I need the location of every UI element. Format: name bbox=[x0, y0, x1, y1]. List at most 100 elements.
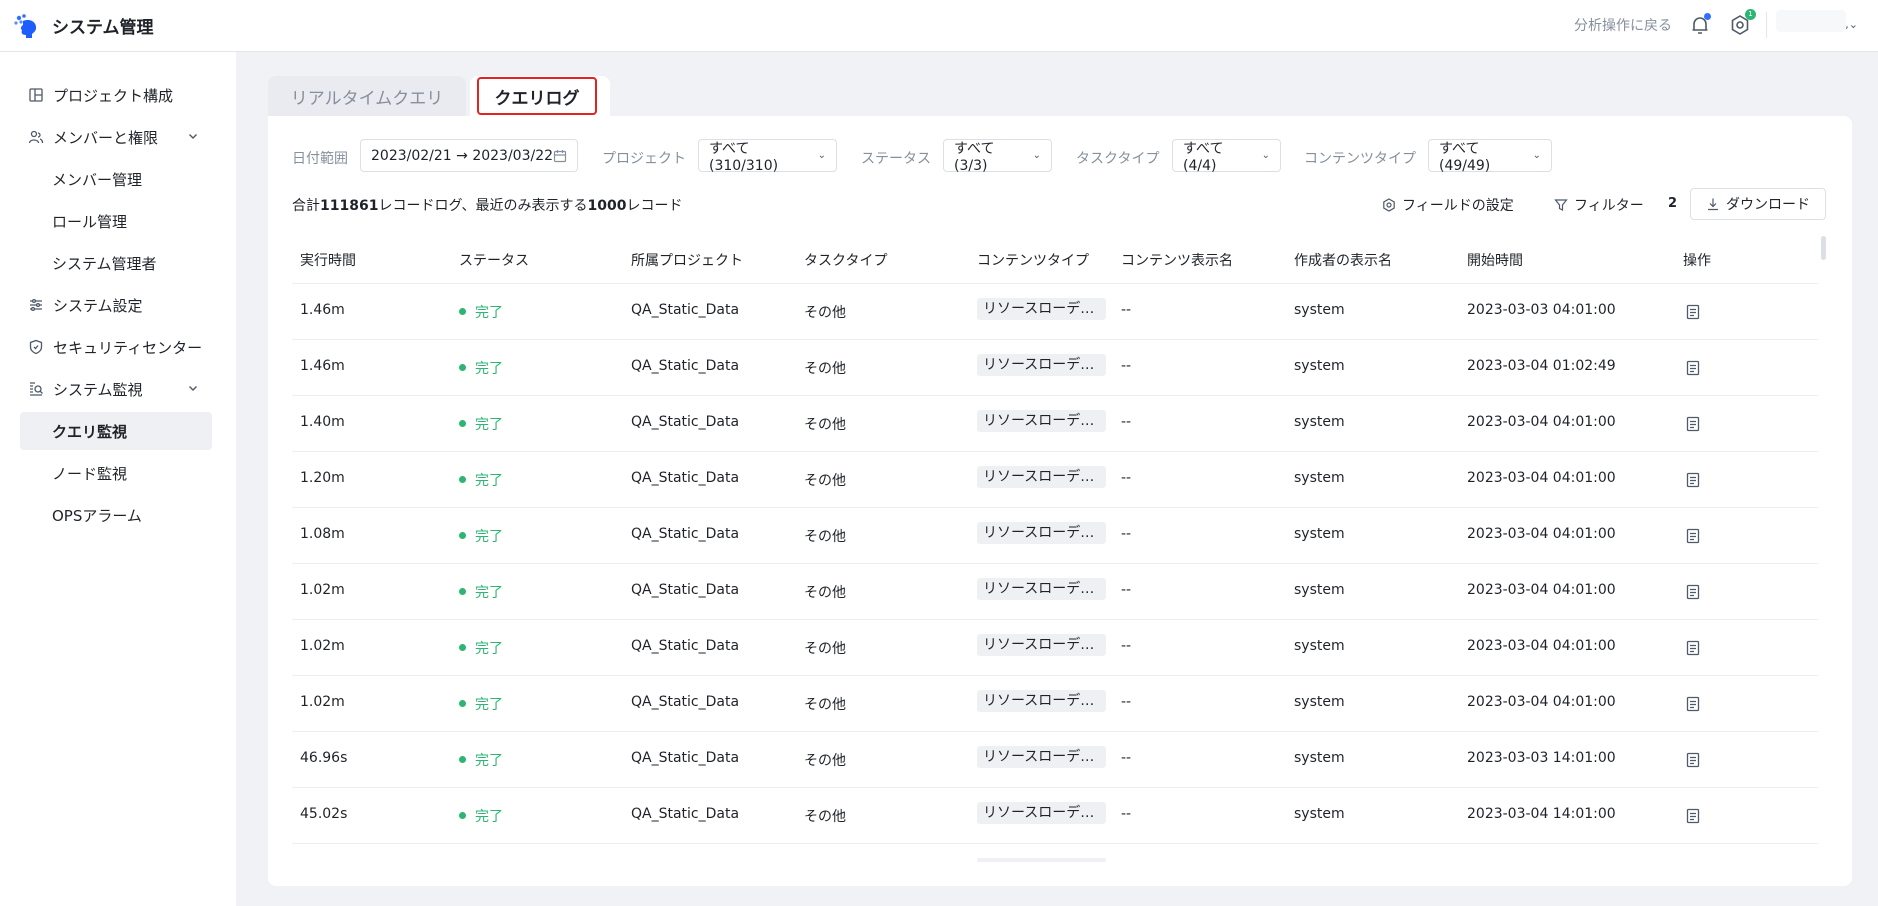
cell-task-type: その他 bbox=[804, 529, 846, 545]
settings-button[interactable]: 1 bbox=[1728, 9, 1756, 37]
back-to-analysis-link[interactable]: 分析操作に戻る bbox=[1574, 15, 1672, 35]
summary-prefix: 合計 bbox=[292, 198, 320, 214]
document-detail-icon[interactable] bbox=[1686, 304, 1700, 320]
date-range-value: 2023/02/21 → 2023/03/22 bbox=[371, 147, 554, 164]
status-text: 完了 bbox=[475, 809, 503, 825]
cell-content-name: -- bbox=[1121, 358, 1132, 374]
date-range-picker[interactable]: 2023/02/21 → 2023/03/22 bbox=[360, 139, 578, 172]
tab-query-log[interactable]: クエリログ bbox=[477, 77, 597, 115]
cell-project: QA_Static_Data bbox=[631, 414, 740, 430]
cell-project: QA_Static_Data bbox=[631, 582, 740, 598]
table-row[interactable]: 1.02m 完了 QA_Static_Data その他 リソースローデ… -- system… bbox=[292, 620, 1818, 676]
top-header: システム管理 分析操作に戻る 1 ,⌄ bbox=[0, 0, 1878, 52]
contenttype-filter-label: コンテンツタイプ bbox=[1304, 151, 1416, 167]
column-header-project[interactable]: 所属プロジェクト bbox=[631, 250, 743, 270]
tab-realtime-query[interactable]: リアルタイムクエリ bbox=[268, 76, 466, 116]
app-logo-icon bbox=[14, 14, 37, 38]
cell-start-time: 2023-03-03 04:01:00 bbox=[1467, 302, 1616, 318]
status-dot bbox=[459, 532, 466, 539]
document-detail-icon[interactable] bbox=[1686, 472, 1700, 488]
field-settings-button[interactable]: フィールドの設定 bbox=[1382, 195, 1514, 215]
table-row[interactable]: 1.02m 完了 QA_Static_Data その他 リソースローデ… -- system… bbox=[292, 676, 1818, 732]
column-header-content-name[interactable]: コンテンツ表示名 bbox=[1121, 250, 1233, 270]
download-button[interactable]: ダウンロード bbox=[1690, 188, 1826, 220]
avatar bbox=[1776, 10, 1846, 32]
cell-content-name: -- bbox=[1121, 750, 1132, 766]
gear-icon bbox=[1383, 198, 1395, 212]
document-detail-icon[interactable] bbox=[1686, 808, 1700, 824]
column-header-creator[interactable]: 作成者の表示名 bbox=[1294, 250, 1392, 270]
column-header-exec-time[interactable]: 実行時間 bbox=[300, 250, 356, 270]
cell-task-type: その他 bbox=[804, 585, 846, 601]
cell-project: QA_Static_Data bbox=[631, 470, 740, 486]
column-header-task-type[interactable]: タスクタイプ bbox=[804, 250, 887, 270]
sidebar-item-label: セキュリティセンター bbox=[53, 338, 203, 357]
sidebar-item-system-settings[interactable]: システム設定 bbox=[20, 286, 212, 324]
chevron-down-icon: ,⌄ bbox=[1845, 18, 1858, 31]
cell-status: 完了 bbox=[459, 694, 503, 714]
sidebar-item-project-config[interactable]: プロジェクト構成 bbox=[20, 76, 212, 114]
table-row[interactable]: 1.46m 完了 QA_Static_Data その他 リソースローデ… -- system… bbox=[292, 284, 1818, 340]
summary-suffix: レコード bbox=[626, 198, 683, 214]
table-row[interactable]: 1.40m 完了 QA_Static_Data その他 リソースローデ… -- system… bbox=[292, 396, 1818, 452]
sidebar-item-system-admin[interactable]: システム管理者 bbox=[20, 244, 212, 282]
table-row[interactable]: 1.02m 完了 QA_Static_Data その他 リソースローデ… -- system… bbox=[292, 564, 1818, 620]
column-header-start-time[interactable]: 開始時間 bbox=[1467, 250, 1523, 270]
user-menu[interactable]: ,⌄ bbox=[1776, 8, 1858, 42]
document-detail-icon[interactable] bbox=[1686, 752, 1700, 768]
record-summary: 合計111861レコードログ、最近のみ表示する1000レコード bbox=[292, 195, 682, 215]
cell-exec-time: 1.02m bbox=[300, 638, 345, 654]
table-row[interactable]: 1.20m 完了 QA_Static_Data その他 リソースローデ… -- system… bbox=[292, 452, 1818, 508]
cell-content-name: -- bbox=[1121, 806, 1132, 822]
project-filter-select[interactable]: すべて(310/310) ⌄ bbox=[698, 139, 837, 174]
date-range-label: 日付範囲 bbox=[292, 151, 348, 167]
status-dot bbox=[459, 700, 466, 707]
notification-button[interactable] bbox=[1688, 13, 1712, 37]
sidebar-item-node-monitoring[interactable]: ノード監視 bbox=[20, 454, 212, 492]
cell-creator: system bbox=[1294, 694, 1345, 710]
cell-content-type-tag: リソースローデ… bbox=[977, 410, 1106, 432]
cell-start-time: 2023-03-04 04:01:00 bbox=[1467, 414, 1616, 430]
cell-content-name: -- bbox=[1121, 582, 1132, 598]
status-dot bbox=[459, 420, 466, 427]
cell-project: QA_Static_Data bbox=[631, 526, 740, 542]
sidebar-item-member-management[interactable]: メンバー管理 bbox=[20, 160, 212, 198]
document-detail-icon[interactable] bbox=[1686, 696, 1700, 712]
document-detail-icon[interactable] bbox=[1686, 416, 1700, 432]
document-detail-icon[interactable] bbox=[1686, 584, 1700, 600]
table-scrollbar[interactable] bbox=[1821, 236, 1826, 260]
cell-status: 完了 bbox=[459, 526, 503, 546]
sidebar-item-members-permissions[interactable]: メンバーと権限 bbox=[20, 118, 212, 156]
sidebar-item-query-monitoring[interactable]: クエリ監視 bbox=[20, 412, 212, 450]
sidebar-item-security-center[interactable]: セキュリティセンター bbox=[20, 328, 212, 366]
document-detail-icon[interactable] bbox=[1686, 528, 1700, 544]
document-detail-icon[interactable] bbox=[1686, 360, 1700, 376]
cell-task-type: その他 bbox=[804, 809, 846, 825]
table-row[interactable]: 1.46m 完了 QA_Static_Data その他 リソースローデ… -- system… bbox=[292, 340, 1818, 396]
document-detail-icon[interactable] bbox=[1686, 640, 1700, 656]
cell-project: QA_Static_Data bbox=[631, 750, 740, 766]
filter-label: フィルター bbox=[1574, 198, 1644, 214]
sidebar-item-system-monitoring[interactable]: システム監視 bbox=[20, 370, 212, 408]
cell-start-time: 2023-03-04 04:01:00 bbox=[1467, 582, 1616, 598]
sidebar-item-role-management[interactable]: ロール管理 bbox=[20, 202, 212, 240]
sidebar-item-ops-alarm[interactable]: OPSアラーム bbox=[20, 496, 212, 534]
status-filter-select[interactable]: すべて(3/3) ⌄ bbox=[943, 139, 1052, 174]
table-row[interactable]: 1.08m 完了 QA_Static_Data その他 リソースローデ… -- system… bbox=[292, 508, 1818, 564]
column-header-status[interactable]: ステータス bbox=[459, 250, 529, 270]
column-header-content-type[interactable]: コンテンツタイプ bbox=[977, 250, 1089, 270]
contenttype-filter-select[interactable]: すべて(49/49) ⌄ bbox=[1428, 139, 1552, 174]
partial-row-tag bbox=[977, 858, 1106, 862]
chevron-down-icon: ⌄ bbox=[1532, 150, 1541, 161]
cell-task-type: その他 bbox=[804, 753, 846, 769]
table-row[interactable]: 46.96s 完了 QA_Static_Data その他 リソースローデ… -- syste… bbox=[292, 732, 1818, 788]
cell-exec-time: 46.96s bbox=[300, 750, 348, 766]
status-text: 完了 bbox=[475, 585, 503, 601]
sidebar-item-label: メンバーと権限 bbox=[53, 128, 159, 147]
table-row[interactable]: 45.02s 完了 QA_Static_Data その他 リソースローデ… -- syste… bbox=[292, 788, 1818, 844]
filter-button[interactable]: フィルター bbox=[1554, 195, 1644, 215]
tasktype-filter-label: タスクタイプ bbox=[1076, 151, 1160, 167]
sidebar-item-label: プロジェクト構成 bbox=[53, 86, 174, 105]
cell-creator: system bbox=[1294, 358, 1345, 374]
tasktype-filter-select[interactable]: すべて(4/4) ⌄ bbox=[1172, 139, 1281, 174]
